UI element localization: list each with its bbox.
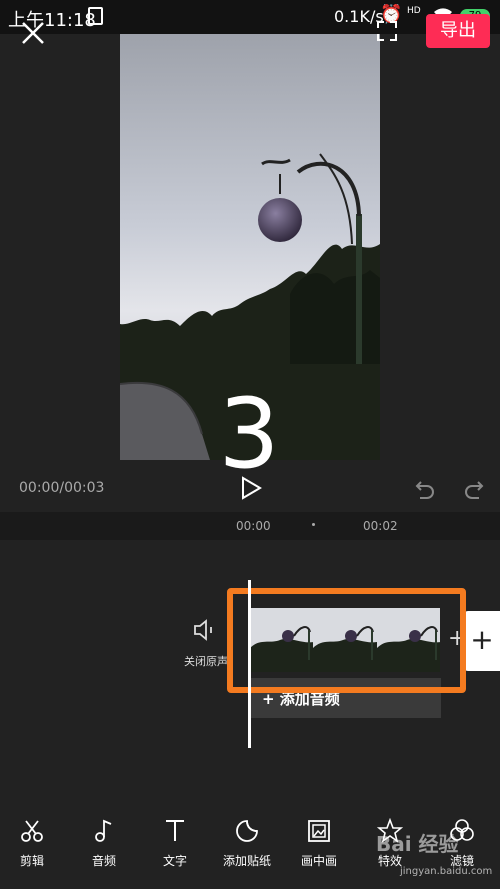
sticker-icon <box>236 820 258 842</box>
undo-icon[interactable] <box>414 478 436 500</box>
ruler-tick-label: 00:02 <box>363 519 398 533</box>
tool-label: 音频 <box>91 854 116 868</box>
redo-icon[interactable] <box>463 478 485 500</box>
time-readout: 00:00/00:03 <box>19 480 105 496</box>
countdown-number: 3 <box>218 378 280 490</box>
speaker-mute-icon <box>194 619 212 641</box>
tool-sticker[interactable]: 添加贴纸 <box>212 800 282 869</box>
tool-label: 文字 <box>162 854 187 868</box>
music-note-icon <box>95 819 112 842</box>
add-clip-button[interactable]: + <box>464 611 500 671</box>
tool-picture-in-picture[interactable]: 画中画 <box>284 800 354 869</box>
fullscreen-icon[interactable] <box>376 20 398 42</box>
status-bar: 上午11:18 0.1K/s ⏰ HD 79 <box>0 0 500 34</box>
tool-label: 剪辑 <box>19 854 44 868</box>
playhead[interactable] <box>248 580 251 748</box>
highlight-annotation <box>227 588 466 693</box>
mute-original-label: 关闭原声 <box>184 655 228 668</box>
picture-in-picture-icon <box>308 820 330 842</box>
play-icon[interactable] <box>240 476 262 500</box>
ruler-tick-dot <box>312 523 315 526</box>
tool-label: 画中画 <box>300 854 337 868</box>
text-icon <box>166 820 184 841</box>
watermark: Bai 经验 <box>376 832 459 856</box>
mute-original-button[interactable] <box>182 618 228 646</box>
export-button[interactable]: 导出 <box>426 14 490 48</box>
tool-text[interactable]: 文字 <box>140 800 210 869</box>
tool-audio[interactable]: 音频 <box>69 800 139 869</box>
ruler-tick-label: 00:00 <box>236 519 271 533</box>
watermark-url: jingyan.baidu.com <box>400 866 493 877</box>
close-icon[interactable] <box>20 20 46 46</box>
network-badge: HD <box>407 6 421 16</box>
tool-label: 添加贴纸 <box>222 854 271 868</box>
tool-edit[interactable]: 剪辑 <box>0 800 67 869</box>
scissors-icon <box>21 820 43 842</box>
sim-card-icon <box>88 7 103 25</box>
